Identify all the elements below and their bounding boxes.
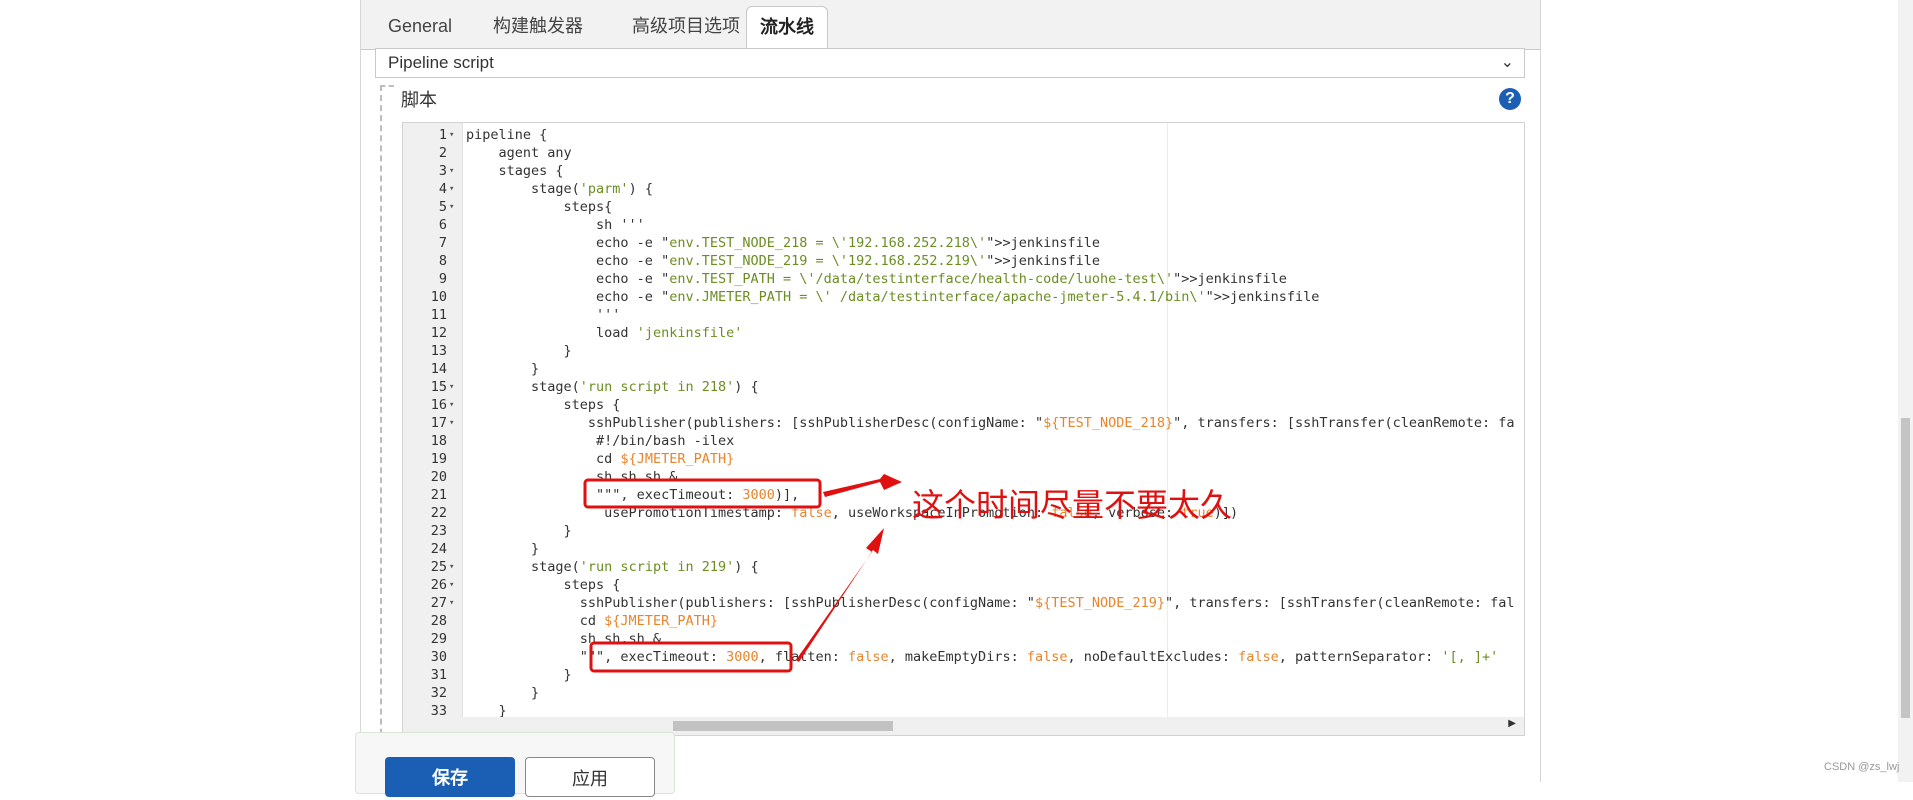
highlight-box-line-30: [589, 641, 793, 673]
annotation-overlay: [583, 474, 902, 673]
annotation-arrow-up: [796, 528, 884, 662]
annotation-text: 这个时间尽量不要太久: [912, 486, 1233, 524]
annotation-arrow-right: [823, 474, 902, 497]
highlight-box-line-21: [583, 478, 822, 509]
watermark: CSDN @zs_lwj: [1824, 761, 1900, 773]
